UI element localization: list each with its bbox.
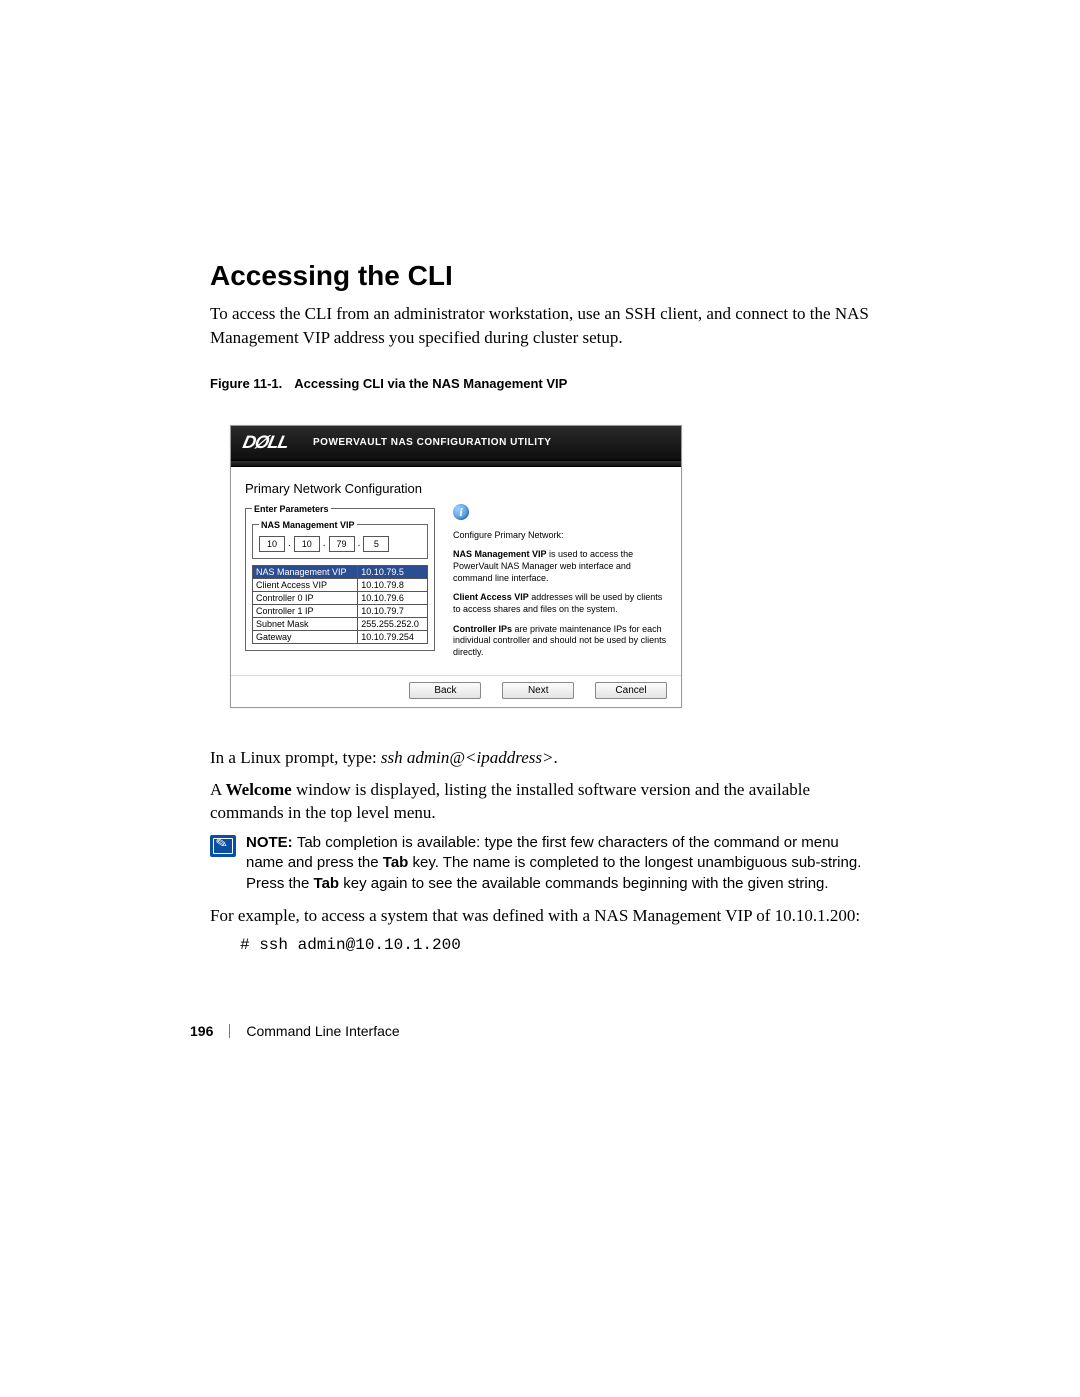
section-heading: Accessing the CLI [210,260,870,292]
cancel-button[interactable]: Cancel [595,682,667,699]
table-row[interactable]: Client Access VIP 10.10.79.8 [253,578,428,591]
example-command: # ssh admin@10.10.1.200 [240,936,870,954]
panel-columns: Enter Parameters NAS Management VIP 10 .… [245,504,667,667]
linux-prompt-paragraph: In a Linux prompt, type: ssh admin@<ipad… [210,746,870,770]
row-value: 10.10.79.5 [358,565,428,578]
figure-number: Figure 11-1. [210,376,282,391]
table-row[interactable]: Subnet Mask 255.255.252.0 [253,617,428,630]
ip-dot: . [357,538,362,549]
network-table: NAS Management VIP 10.10.79.5 Client Acc… [252,565,428,644]
welcome-paragraph: A Welcome window is displayed, listing t… [210,778,870,826]
note-text: NOTE: Tab completion is available: type … [246,833,870,894]
figure-title: Accessing CLI via the NAS Management VIP [294,376,567,391]
info-text: Controller IPs are private maintenance I… [453,624,667,659]
row-label: Controller 0 IP [253,591,358,604]
table-row[interactable]: NAS Management VIP 10.10.79.5 [253,565,428,578]
row-value: 10.10.79.8 [358,578,428,591]
ip-octet-3[interactable]: 79 [329,536,355,552]
row-value: 10.10.79.254 [358,630,428,643]
window-footer: Back Next Cancel [231,675,681,707]
ip-octet-1[interactable]: 10 [259,536,285,552]
table-row[interactable]: Controller 1 IP 10.10.79.7 [253,604,428,617]
note-block: NOTE: Tab completion is available: type … [210,833,870,894]
window-title: POWERVAULT NAS CONFIGURATION UTILITY [313,437,551,448]
row-label: Gateway [253,630,358,643]
nas-management-vip-legend: NAS Management VIP [259,520,357,530]
example-intro: For example, to access a system that was… [210,904,870,928]
footer-section: Command Line Interface [246,1023,399,1039]
row-value: 10.10.79.6 [358,591,428,604]
nas-management-vip-fieldset: NAS Management VIP 10 . 10 . 79 . 5 [252,520,428,559]
row-label: Client Access VIP [253,578,358,591]
ip-dot: . [287,538,292,549]
row-value: 10.10.79.7 [358,604,428,617]
row-value: 255.255.252.0 [358,617,428,630]
window-body: Primary Network Configuration Enter Para… [231,467,681,675]
ssh-command-italic: ssh admin@<ipaddress> [381,748,554,767]
enter-parameters-legend: Enter Parameters [252,504,331,514]
table-row[interactable]: Controller 0 IP 10.10.79.6 [253,591,428,604]
page-footer: 196 Command Line Interface [190,1023,400,1039]
row-label: Controller 1 IP [253,604,358,617]
info-text: Configure Primary Network: [453,530,667,542]
intro-paragraph: To access the CLI from an administrator … [210,302,870,350]
back-button[interactable]: Back [409,682,481,699]
enter-parameters-fieldset: Enter Parameters NAS Management VIP 10 .… [245,504,435,651]
note-icon [210,835,236,857]
info-icon: i [453,504,469,520]
titlebar-divider [231,460,681,467]
ip-octet-2[interactable]: 10 [294,536,320,552]
screenshot-window: DØLL POWERVAULT NAS CONFIGURATION UTILIT… [230,425,682,708]
dell-logo: DØLL [243,432,313,453]
footer-separator [229,1024,230,1038]
panel-title: Primary Network Configuration [245,481,667,496]
info-text: NAS Management VIP is used to access the… [453,549,667,584]
figure-caption: Figure 11-1. Accessing CLI via the NAS Ma… [210,376,870,391]
table-row[interactable]: Gateway 10.10.79.254 [253,630,428,643]
row-label: Subnet Mask [253,617,358,630]
right-column: i Configure Primary Network: NAS Managem… [453,504,667,667]
ip-dot: . [322,538,327,549]
ip-octet-4[interactable]: 5 [363,536,389,552]
next-button[interactable]: Next [502,682,574,699]
info-text: Client Access VIP addresses will be used… [453,592,667,615]
ip-input-row: 10 . 10 . 79 . 5 [259,536,421,552]
left-column: Enter Parameters NAS Management VIP 10 .… [245,504,435,667]
post-figure-text: In a Linux prompt, type: ssh admin@<ipad… [210,746,870,954]
row-label: NAS Management VIP [253,565,358,578]
window-titlebar: DØLL POWERVAULT NAS CONFIGURATION UTILIT… [231,426,681,460]
document-page: Accessing the CLI To access the CLI from… [0,0,1080,1397]
page-number: 196 [190,1023,213,1039]
